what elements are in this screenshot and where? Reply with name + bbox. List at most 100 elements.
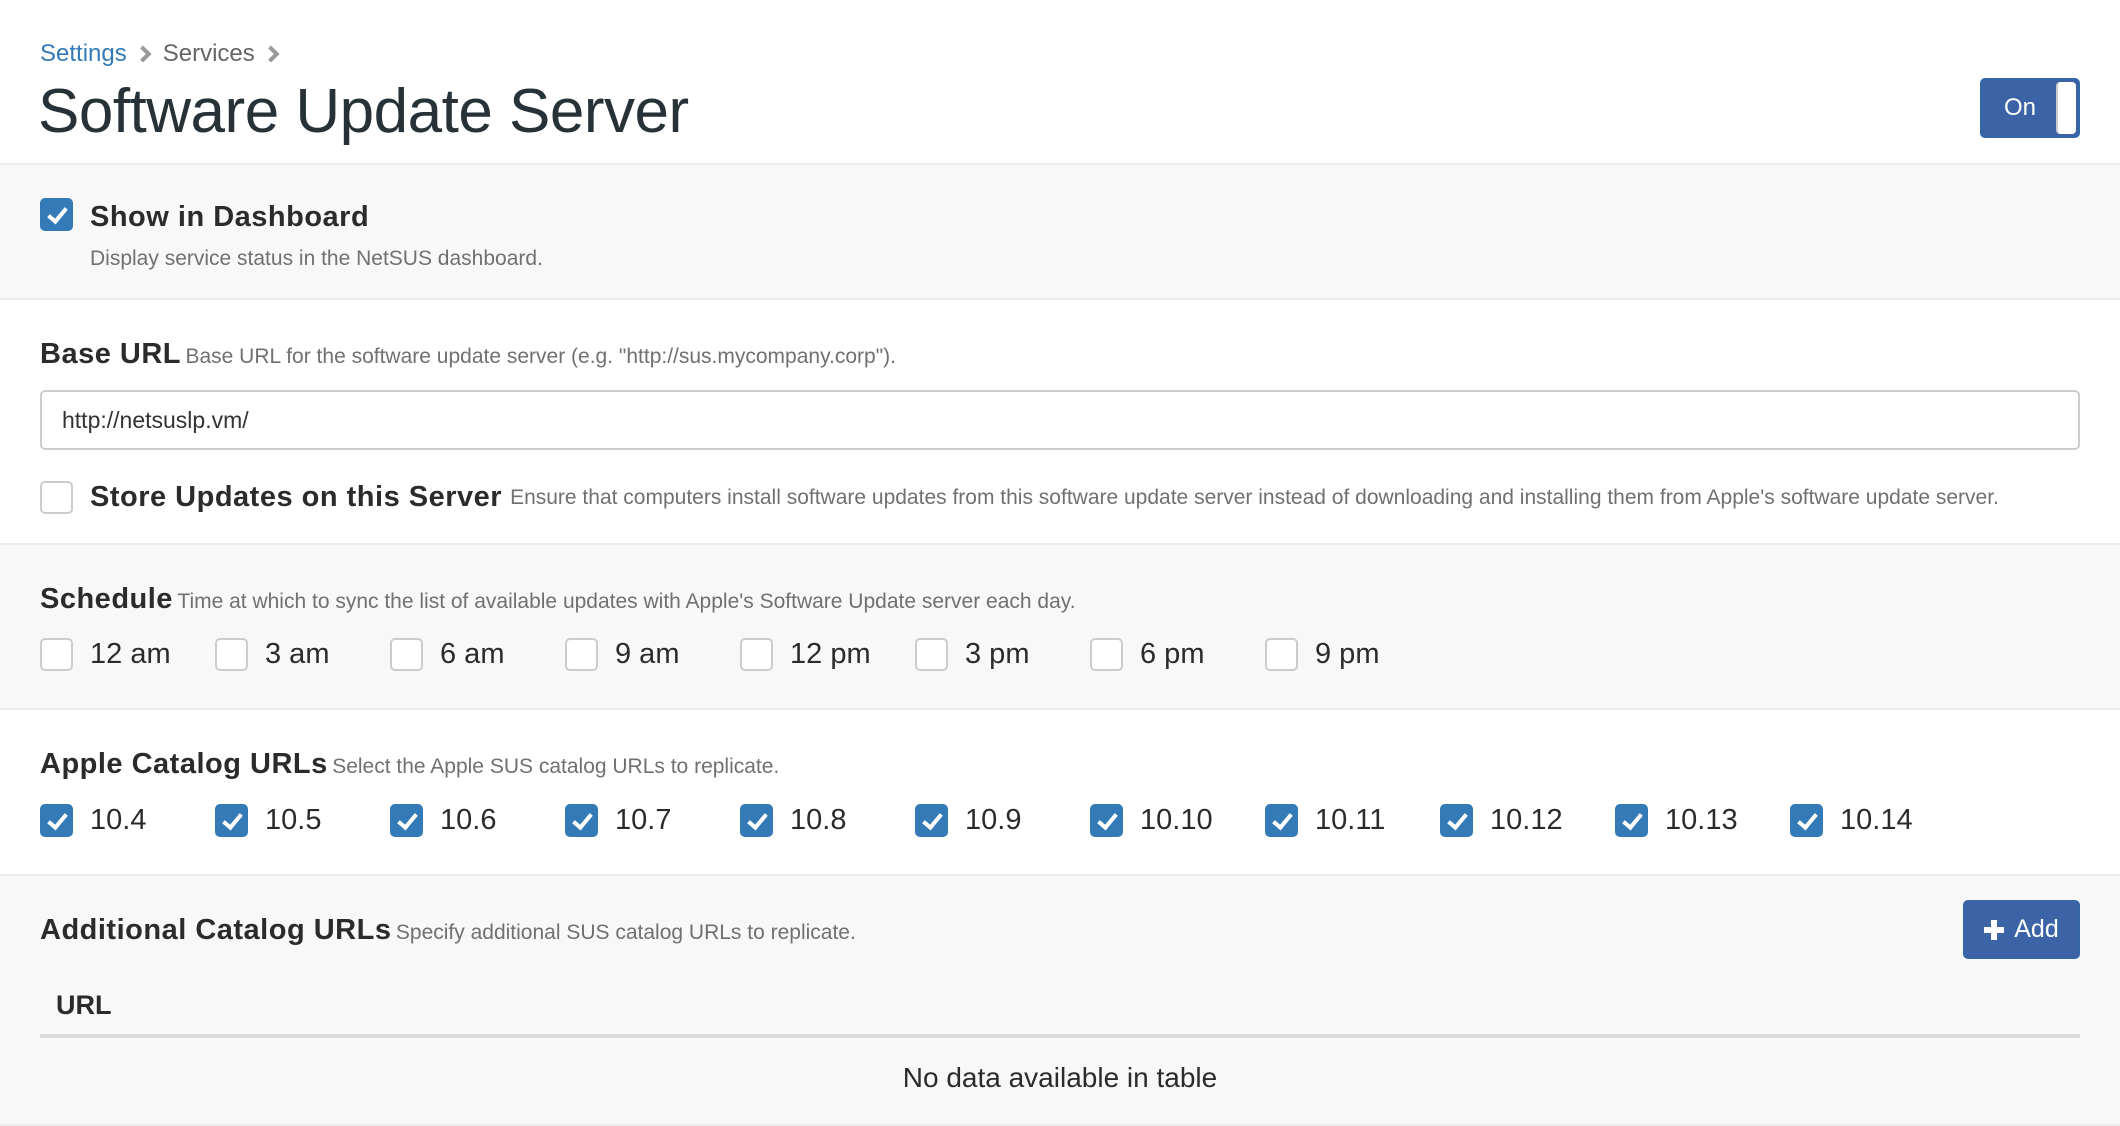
catalog-url-table: URL No data available in table (40, 976, 2080, 1118)
table-empty-message: No data available in table (902, 1062, 1218, 1093)
toggle-knob (2056, 82, 2076, 134)
schedule-option-label: 12 am (90, 638, 171, 670)
schedule-option-12pm[interactable]: 12 pm (740, 638, 915, 671)
apple-catalog-heading: Apple Catalog URLs Select the Apple SUS … (40, 748, 779, 781)
chevron-right-icon (134, 45, 152, 63)
catalog-option-label: 10.13 (1665, 804, 1738, 836)
schedule-option-3am[interactable]: 3 am (215, 638, 390, 671)
base-url-label: Base URL (40, 338, 181, 370)
catalog-option-label: 10.8 (790, 804, 847, 836)
base-url-heading: Base URL Base URL for the software updat… (40, 338, 896, 371)
store-updates-label: Store Updates on this Server (90, 481, 503, 513)
additional-catalog-label: Additional Catalog URLs (40, 914, 392, 946)
catalog-checkbox[interactable] (390, 804, 423, 837)
show-in-dashboard-checkbox[interactable] (40, 198, 73, 231)
catalog-option-label: 10.10 (1140, 804, 1213, 836)
additional-catalog-help: Specify additional SUS catalog URLs to r… (395, 921, 856, 944)
schedule-option-label: 6 am (440, 638, 505, 670)
add-button-label: Add (2014, 915, 2059, 943)
schedule-option-label: 6 pm (1140, 638, 1205, 670)
schedule-option-9am[interactable]: 9 am (565, 638, 740, 671)
catalog-option-10-5[interactable]: 10.5 (215, 804, 390, 837)
schedule-option-9pm[interactable]: 9 pm (1265, 638, 1440, 671)
catalog-checkbox[interactable] (1265, 804, 1298, 837)
store-updates-row: Store Updates on this Server Ensure that… (40, 481, 1999, 514)
catalog-option-10-10[interactable]: 10.10 (1090, 804, 1265, 837)
toggle-label: On (2004, 94, 2037, 121)
catalog-option-label: 10.7 (615, 804, 672, 836)
catalog-option-label: 10.9 (965, 804, 1022, 836)
catalog-checkbox[interactable] (40, 804, 73, 837)
base-url-help: Base URL for the software update server … (185, 345, 896, 368)
service-enable-toggle[interactable]: On (1980, 78, 2080, 138)
show-in-dashboard-label: Show in Dashboard (90, 201, 370, 233)
base-url-input[interactable] (40, 390, 2080, 450)
schedule-option-6pm[interactable]: 6 pm (1090, 638, 1265, 671)
catalog-option-label: 10.6 (440, 804, 497, 836)
catalog-option-10-14[interactable]: 10.14 (1790, 804, 1965, 837)
schedule-checkbox[interactable] (40, 638, 73, 671)
apple-catalog-options: 10.4 10.5 10.6 10.7 10.8 10.9 10.10 10.1… (40, 804, 1965, 837)
catalog-option-10-6[interactable]: 10.6 (390, 804, 565, 837)
schedule-option-label: 3 am (265, 638, 330, 670)
additional-catalog-section: Additional Catalog URLs Specify addition… (0, 876, 2120, 1126)
catalog-checkbox[interactable] (1440, 804, 1473, 837)
catalog-checkbox[interactable] (740, 804, 773, 837)
dashboard-section: Show in Dashboard Display service status… (0, 165, 2120, 300)
apple-catalog-section: Apple Catalog URLs Select the Apple SUS … (0, 710, 2120, 876)
catalog-option-10-8[interactable]: 10.8 (740, 804, 915, 837)
schedule-option-label: 9 pm (1315, 638, 1380, 670)
catalog-option-label: 10.11 (1315, 804, 1386, 836)
base-url-section: Base URL Base URL for the software updat… (0, 300, 2120, 545)
breadcrumb-settings-link[interactable]: Settings (40, 40, 127, 68)
store-updates-help: Ensure that computers install software u… (510, 485, 1999, 509)
store-updates-checkbox[interactable] (40, 481, 73, 514)
catalog-checkbox[interactable] (565, 804, 598, 837)
catalog-option-10-11[interactable]: 10.11 (1265, 804, 1440, 837)
apple-catalog-help: Select the Apple SUS catalog URLs to rep… (332, 755, 780, 778)
schedule-checkbox[interactable] (215, 638, 248, 671)
schedule-option-label: 12 pm (790, 638, 871, 670)
schedule-checkbox[interactable] (740, 638, 773, 671)
schedule-checkbox[interactable] (1090, 638, 1123, 671)
breadcrumb: Settings Services (40, 40, 291, 68)
add-catalog-button[interactable]: Add (1963, 900, 2080, 959)
catalog-checkbox[interactable] (915, 804, 948, 837)
schedule-checkbox[interactable] (915, 638, 948, 671)
schedule-heading: Schedule Time at which to sync the list … (40, 583, 1076, 616)
apple-catalog-label: Apple Catalog URLs (40, 748, 328, 780)
catalog-option-label: 10.14 (1840, 804, 1913, 836)
schedule-option-12am[interactable]: 12 am (40, 638, 215, 671)
catalog-option-label: 10.5 (265, 804, 322, 836)
breadcrumb-services: Services (162, 40, 255, 67)
catalog-checkbox[interactable] (1790, 804, 1823, 837)
schedule-option-label: 9 am (615, 638, 680, 670)
schedule-checkbox[interactable] (390, 638, 423, 671)
show-in-dashboard-help: Display service status in the NetSUS das… (90, 247, 543, 270)
column-header-url[interactable]: URL (40, 976, 2080, 1038)
schedule-options: 12 am 3 am 6 am 9 am 12 pm 3 pm 6 pm 9 p… (40, 638, 1440, 671)
catalog-option-10-13[interactable]: 10.13 (1615, 804, 1790, 837)
catalog-option-10-7[interactable]: 10.7 (565, 804, 740, 837)
schedule-label: Schedule (40, 583, 173, 615)
catalog-checkbox[interactable] (1615, 804, 1648, 837)
plus-icon (1984, 919, 2005, 940)
schedule-option-label: 3 pm (965, 638, 1030, 670)
page-header: Settings Services Software Update Server… (0, 0, 2120, 165)
catalog-option-label: 10.12 (1490, 804, 1563, 836)
catalog-option-10-4[interactable]: 10.4 (40, 804, 215, 837)
additional-catalog-heading: Additional Catalog URLs Specify addition… (40, 914, 856, 947)
catalog-option-10-9[interactable]: 10.9 (915, 804, 1090, 837)
page-title: Software Update Server (38, 77, 689, 146)
chevron-right-icon (262, 45, 280, 63)
schedule-help: Time at which to sync the list of availa… (177, 590, 1076, 613)
schedule-checkbox[interactable] (1265, 638, 1298, 671)
schedule-checkbox[interactable] (565, 638, 598, 671)
schedule-option-6am[interactable]: 6 am (390, 638, 565, 671)
catalog-checkbox[interactable] (215, 804, 248, 837)
schedule-option-3pm[interactable]: 3 pm (915, 638, 1090, 671)
catalog-option-label: 10.4 (90, 804, 147, 836)
schedule-section: Schedule Time at which to sync the list … (0, 545, 2120, 710)
catalog-option-10-12[interactable]: 10.12 (1440, 804, 1615, 837)
catalog-checkbox[interactable] (1090, 804, 1123, 837)
